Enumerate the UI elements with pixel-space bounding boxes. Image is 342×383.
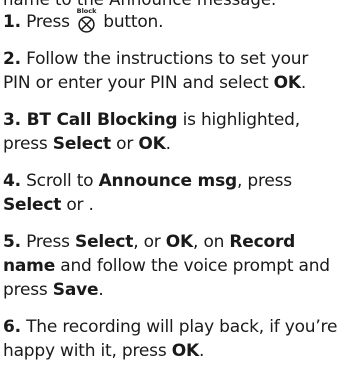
step-number: 1. <box>3 12 21 32</box>
step-number: 4. <box>3 171 21 191</box>
key-select: Select <box>75 232 134 252</box>
key-save: Save <box>52 280 99 300</box>
step-3: 3. BT Call Blocking is highlighted, pres… <box>3 108 339 156</box>
step-1: 1. Press Block button. <box>3 7 339 34</box>
instructions-page: name to the Announce message. 1. Press B… <box>3 0 339 376</box>
step-6: 6. The recording will play back, if you’… <box>3 315 339 363</box>
key-select: Select <box>52 134 111 154</box>
step-text: . <box>198 341 205 361</box>
block-button-icon: Block <box>76 7 97 33</box>
step-5: 5. Press Select, or OK, on Record name a… <box>3 230 339 302</box>
key-ok: OK <box>165 232 194 252</box>
step-text: Follow the instructions to set your PIN … <box>3 49 309 93</box>
menu-item-announce-msg: Announce msg <box>98 171 238 191</box>
step-text: . <box>165 134 171 154</box>
step-text: Scroll to <box>20 171 99 191</box>
step-text: , press <box>236 171 292 191</box>
step-number: 3. <box>3 110 21 130</box>
step-text: or <box>110 134 139 154</box>
step-text: . <box>300 73 307 93</box>
key-ok: OK <box>171 341 199 361</box>
step-text: Press <box>20 12 76 32</box>
step-number: 2. <box>3 49 21 69</box>
step-number: 6. <box>3 317 21 337</box>
step-text: , or <box>133 232 166 252</box>
step-text: The recording will play back, if you’re … <box>3 317 338 361</box>
block-circle-cross-icon <box>78 16 95 33</box>
step-text: Press <box>20 232 76 252</box>
step-4: 4. Scroll to Announce msg, press Select … <box>3 169 339 217</box>
step-2: 2. Follow the instructions to set your P… <box>3 47 339 95</box>
block-icon-label: Block <box>76 7 97 15</box>
clipped-top-line: name to the Announce message. <box>3 0 339 10</box>
step-text: or . <box>61 195 94 215</box>
step-number: 5. <box>3 232 21 252</box>
step-text: , on <box>193 232 230 252</box>
step-text: . <box>98 280 104 300</box>
key-ok: OK <box>273 73 301 93</box>
step-text: button. <box>98 12 164 32</box>
key-select: Select <box>3 195 62 215</box>
key-ok: OK <box>138 134 166 154</box>
menu-item-bt-call-blocking: BT Call Blocking <box>20 110 178 130</box>
